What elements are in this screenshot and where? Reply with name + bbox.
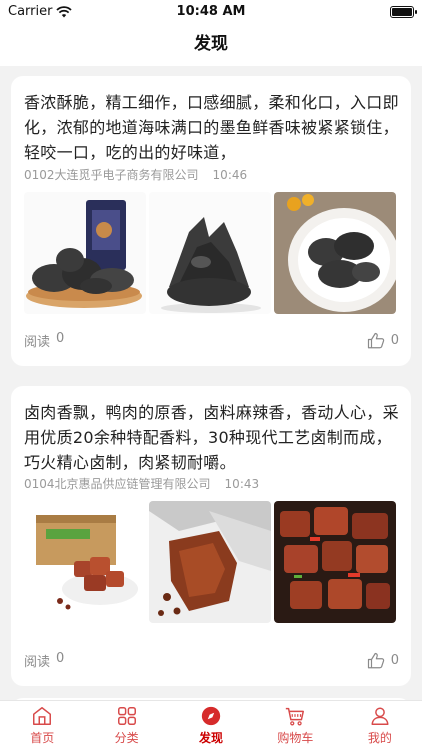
post-image[interactable] (24, 501, 146, 623)
tab-bar: 首页 分类 发现 购物车 我的 (0, 700, 422, 750)
post-images (24, 192, 396, 314)
read-label: 阅读 (24, 335, 51, 350)
post-company: 0102大连觅乎电子商务有限公司 (24, 168, 199, 182)
tab-discover[interactable]: 发现 (169, 701, 253, 750)
read-count: 阅读 0 (24, 331, 64, 350)
post-time: 10:46 (212, 168, 248, 182)
tab-label: 分类 (114, 731, 139, 745)
page-title: 发现 (0, 24, 422, 66)
post-card[interactable]: 卤肉香飘，鸭肉的原香，卤料麻辣香，香动人心，采用优质20余种特配香料，30种现代… (11, 386, 411, 686)
post-image[interactable] (24, 192, 146, 314)
post-image[interactable] (149, 501, 271, 623)
tab-label: 发现 (199, 731, 224, 745)
tab-label: 我的 (367, 731, 392, 745)
thumbs-up-icon (367, 332, 384, 348)
discover-feed[interactable]: 香浓酥脆，精工细作，口感细腻，柔和化口，入口即化，浓郁的地道海味满口的墨鱼鲜香味… (0, 66, 422, 700)
status-time: 10:48 AM (176, 4, 246, 19)
tab-label: 首页 (30, 731, 55, 745)
like-button[interactable]: 0 (367, 332, 399, 350)
cart-icon (286, 707, 305, 726)
person-icon (371, 707, 389, 725)
like-count: 0 (390, 653, 399, 668)
read-count: 阅读 0 (24, 651, 64, 670)
post-image[interactable] (274, 192, 396, 314)
like-button[interactable]: 0 (367, 652, 399, 670)
status-bar: Carrier 10:48 AM (0, 0, 422, 24)
post-text: 香浓酥脆，精工细作，口感细腻，柔和化口，入口即化，浓郁的地道海味满口的墨鱼鲜香味… (24, 93, 399, 162)
post-card[interactable]: 香浓酥脆，精工细作，口感细腻，柔和化口，入口即化，浓郁的地道海味满口的墨鱼鲜香味… (11, 76, 411, 366)
compass-icon (201, 706, 221, 726)
thumbs-up-icon (367, 652, 384, 668)
tab-cart[interactable]: 购物车 (253, 701, 337, 750)
post-image[interactable] (274, 501, 396, 623)
post-image[interactable] (149, 192, 271, 314)
post-company: 0104北京惠品供应链管理有限公司 (24, 477, 211, 491)
post-meta: 0102大连觅乎电子商务有限公司 10:46 (24, 166, 247, 183)
like-count: 0 (390, 333, 399, 348)
tab-category[interactable]: 分类 (84, 701, 168, 750)
post-footer: 阅读 0 0 (24, 651, 399, 670)
home-icon (33, 707, 52, 725)
battery-icon (390, 6, 417, 18)
post-meta: 0104北京惠品供应链管理有限公司 10:43 (24, 475, 259, 492)
post-time: 10:43 (224, 477, 260, 491)
read-value: 0 (56, 331, 65, 346)
post-footer: 阅读 0 0 (24, 331, 399, 350)
grid-icon (117, 707, 136, 725)
tab-profile[interactable]: 我的 (338, 701, 422, 750)
read-label: 阅读 (24, 655, 51, 670)
post-text: 卤肉香飘，鸭肉的原香，卤料麻辣香，香动人心，采用优质20余种特配香料，30种现代… (24, 403, 399, 472)
read-value: 0 (56, 651, 65, 666)
tab-home[interactable]: 首页 (0, 701, 84, 750)
post-images (24, 501, 396, 623)
tab-label: 购物车 (277, 731, 314, 745)
